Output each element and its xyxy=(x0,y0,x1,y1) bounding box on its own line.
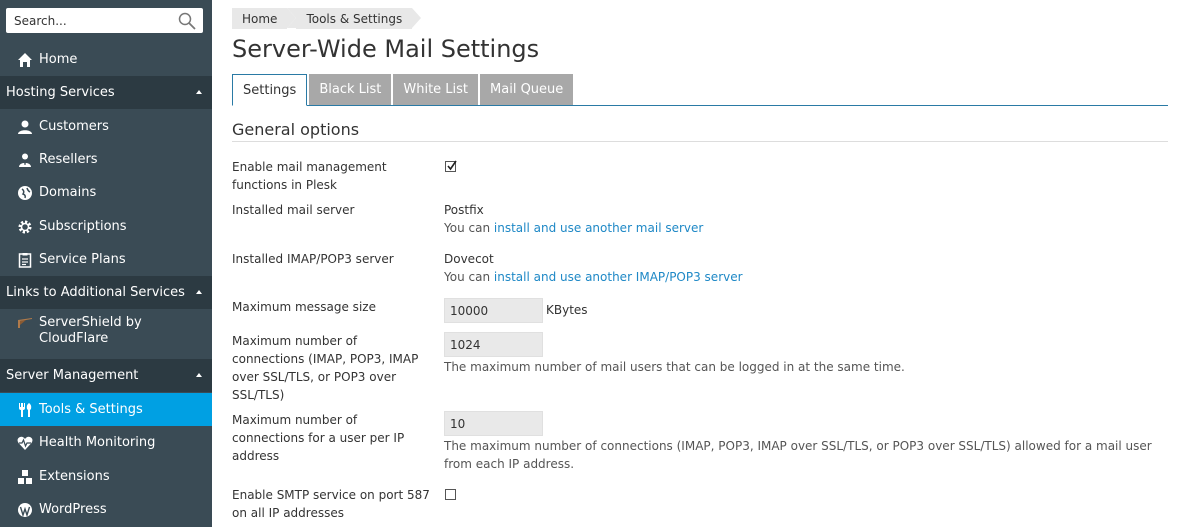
gear-icon xyxy=(16,218,34,236)
smtp-587-checkbox[interactable] xyxy=(445,489,456,500)
label-line: connections (IMAP, POP3, IMAP xyxy=(232,352,419,366)
reseller-icon xyxy=(16,151,34,169)
label-line: Maximum number of xyxy=(232,413,358,427)
sidebar-item-label: Subscriptions xyxy=(39,219,127,234)
max-message-size-unit: KBytes xyxy=(546,303,588,317)
heart-icon xyxy=(16,434,34,452)
tools-icon xyxy=(16,401,34,419)
sidebar-item-label: WordPress xyxy=(39,502,107,517)
label-line: over SSL/TLS, or POP3 over xyxy=(232,370,397,384)
mail-server-value: Postfix xyxy=(444,203,484,217)
sidebar-item-label: ServerShield by xyxy=(39,315,142,330)
collapse-caret-icon[interactable] xyxy=(196,290,202,294)
sidebar-item-servershield[interactable]: ServerShield by CloudFlare xyxy=(0,315,212,353)
max-connections-per-ip-label: Maximum number of connections for a user… xyxy=(232,411,432,465)
page-title: Server-Wide Mail Settings xyxy=(232,35,540,63)
servershield-icon xyxy=(16,315,34,333)
section-label: Hosting Services xyxy=(6,85,115,100)
sidebar-item-label: Customers xyxy=(39,119,109,134)
max-connections-input[interactable]: 1024 xyxy=(444,332,543,357)
sidebar-item-label: CloudFlare xyxy=(39,331,109,346)
install-mail-server-link[interactable]: install and use another mail server xyxy=(494,221,703,235)
enable-mail-management-checkbox[interactable] xyxy=(445,160,457,172)
tab-bar: Settings Black List White List Mail Queu… xyxy=(232,74,1168,106)
home-icon xyxy=(16,51,34,69)
sidebar-item-tools-settings[interactable]: Tools & Settings xyxy=(0,393,212,426)
tab-mail-queue[interactable]: Mail Queue xyxy=(480,74,574,105)
max-connections-hint: The maximum number of mail users that ca… xyxy=(444,360,905,374)
max-message-size-input[interactable]: 10000 xyxy=(444,298,543,323)
sidebar: Home Hosting Services Customers Reseller… xyxy=(0,0,212,527)
sidebar-item-label: Service Plans xyxy=(39,252,126,267)
extensions-icon xyxy=(16,468,34,486)
tab-settings[interactable]: Settings xyxy=(232,74,308,106)
imap-server-hint: You can install and use another IMAP/POP… xyxy=(444,268,743,286)
section-server-management[interactable]: Server Management xyxy=(0,359,212,392)
sidebar-item-wordpress[interactable]: WordPress xyxy=(0,493,212,526)
max-connections-label: Maximum number of connections (IMAP, POP… xyxy=(232,332,432,404)
hint-line: The maximum number of connections (IMAP,… xyxy=(444,439,1152,453)
sidebar-item-service-plans[interactable]: Service Plans xyxy=(0,243,212,276)
section-divider xyxy=(232,141,1168,142)
search-box[interactable] xyxy=(6,8,203,33)
max-connections-per-ip-input[interactable]: 10 xyxy=(444,411,543,436)
mail-server-label: Installed mail server xyxy=(232,203,355,217)
max-connections-per-ip-hint: The maximum number of connections (IMAP,… xyxy=(444,437,1152,473)
label-line: Maximum number of xyxy=(232,334,358,348)
label-line: address xyxy=(232,449,280,463)
clipboard-icon xyxy=(16,251,34,269)
sidebar-item-extensions[interactable]: Extensions xyxy=(0,460,212,493)
sidebar-item-label: Tools & Settings xyxy=(39,402,143,417)
enable-mail-management-label: Enable mail management functions in Ples… xyxy=(232,158,432,194)
search-input[interactable] xyxy=(6,8,171,33)
section-links-additional[interactable]: Links to Additional Services xyxy=(0,276,212,309)
max-message-size-label: Maximum message size xyxy=(232,300,376,314)
mail-server-hint: You can install and use another mail ser… xyxy=(444,219,703,237)
sidebar-item-resellers[interactable]: Resellers xyxy=(0,143,212,176)
collapse-caret-icon[interactable] xyxy=(196,373,202,377)
section-hosting-services[interactable]: Hosting Services xyxy=(0,76,212,109)
tab-black-list[interactable]: Black List xyxy=(309,74,392,105)
sidebar-item-subscriptions[interactable]: Subscriptions xyxy=(0,210,212,243)
tab-white-list[interactable]: White List xyxy=(393,74,479,105)
sidebar-item-health-monitoring[interactable]: Health Monitoring xyxy=(0,426,212,459)
smtp-587-label: Enable SMTP service on port 587 on all I… xyxy=(232,486,432,522)
imap-server-value: Dovecot xyxy=(444,252,494,266)
section-label: Server Management xyxy=(6,368,139,383)
imap-server-label: Installed IMAP/POP3 server xyxy=(232,252,394,266)
hint-text: You can xyxy=(444,221,491,235)
checkmark-icon xyxy=(447,160,457,171)
sidebar-item-label: Health Monitoring xyxy=(39,435,156,450)
search-icon[interactable] xyxy=(178,12,196,30)
section-label: Links to Additional Services xyxy=(6,285,185,300)
section-title: General options xyxy=(232,120,360,139)
breadcrumb-tools-settings[interactable]: Tools & Settings xyxy=(287,8,421,29)
install-imap-server-link[interactable]: install and use another IMAP/POP3 server xyxy=(494,270,743,284)
sidebar-item-label: Home xyxy=(39,52,78,67)
hint-text: You can xyxy=(444,270,491,284)
user-icon xyxy=(16,118,34,136)
sidebar-item-home[interactable]: Home xyxy=(0,43,212,76)
label-line: on all IP addresses xyxy=(232,506,344,520)
wordpress-icon xyxy=(16,501,34,519)
sidebar-item-domains[interactable]: Domains xyxy=(0,176,212,209)
sidebar-item-label: Resellers xyxy=(39,152,98,167)
label-line: connections for a user per IP xyxy=(232,431,405,445)
globe-icon xyxy=(16,184,34,202)
sidebar-item-label: Extensions xyxy=(39,469,110,484)
label-line: Enable SMTP service on port 587 xyxy=(232,488,430,502)
label-line: Enable mail management xyxy=(232,160,387,174)
collapse-caret-icon[interactable] xyxy=(196,90,202,94)
breadcrumb: Home Tools & Settings xyxy=(232,8,421,29)
hint-line: from each IP address. xyxy=(444,457,575,471)
label-line: SSL/TLS) xyxy=(232,388,285,402)
breadcrumb-home[interactable]: Home xyxy=(232,8,297,29)
sidebar-item-customers[interactable]: Customers xyxy=(0,110,212,143)
label-line: functions in Plesk xyxy=(232,178,337,192)
sidebar-item-label: Domains xyxy=(39,185,97,200)
